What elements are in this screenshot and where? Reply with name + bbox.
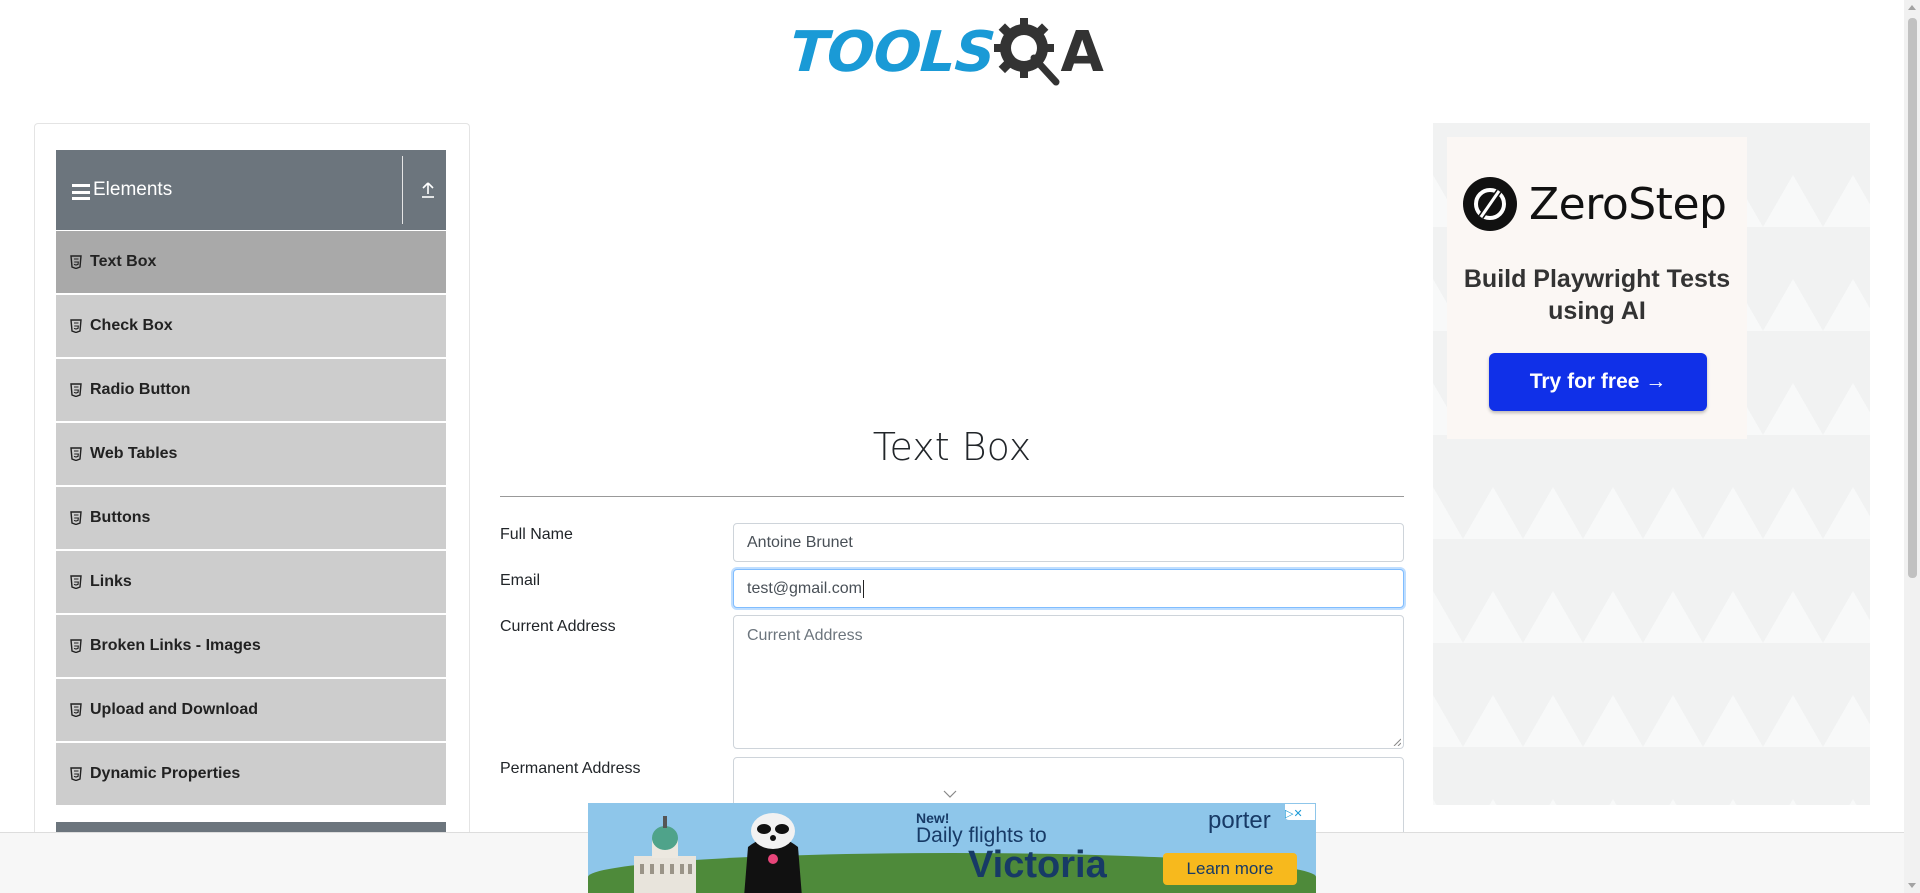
current-address-textarea[interactable]: Current Address (733, 615, 1404, 749)
try-for-free-button[interactable]: Try for free → (1489, 353, 1707, 411)
ad-brand-porter: porter (1208, 807, 1271, 834)
sidebar-item-broken-links[interactable]: Broken Links - Images (56, 615, 446, 677)
html5-icon (70, 639, 82, 653)
zerostep-name: ZeroStep (1529, 178, 1727, 230)
sidebar-item-label: Buttons (90, 509, 151, 526)
sidebar-item-radio-button[interactable]: Radio Button (56, 359, 446, 421)
menu-icon (72, 184, 90, 200)
sidebar-item-upload-download[interactable]: Upload and Download (56, 679, 446, 741)
chevron-down-icon (943, 790, 957, 798)
sidebar-item-label: Broken Links - Images (90, 637, 261, 654)
sidebar-item-label: Links (90, 573, 132, 590)
logo-text-a: A (1060, 19, 1104, 85)
html5-icon (70, 511, 82, 525)
current-address-label: Current Address (500, 618, 616, 635)
zerostep-brand: ZeroStep (1463, 177, 1727, 231)
sidebar-item-links[interactable]: Links (56, 551, 446, 613)
sidebar-item-label: Web Tables (90, 445, 178, 462)
elements-menu: Text Box Check Box Radio Button Web Tabl… (56, 231, 446, 807)
title-divider (500, 496, 1404, 497)
sidebar-item-buttons[interactable]: Buttons (56, 487, 446, 549)
html5-icon (70, 703, 82, 717)
full-name-input[interactable]: Antoine Brunet (733, 523, 1404, 562)
right-ad-banner[interactable]: ZeroStep Build Playwright Tests using AI… (1433, 123, 1870, 805)
header-divider (402, 156, 403, 224)
html5-icon (70, 319, 82, 333)
zerostep-logo-icon (1463, 177, 1517, 231)
html5-icon (70, 383, 82, 397)
sidebar-item-label: Text Box (90, 253, 157, 270)
learn-more-button[interactable]: Learn more (1163, 853, 1297, 885)
sidebar-item-web-tables[interactable]: Web Tables (56, 423, 446, 485)
resize-handle-icon[interactable] (1393, 738, 1401, 746)
html5-icon (70, 575, 82, 589)
toolsqa-logo[interactable]: TOOLS A (787, 14, 1120, 90)
logo-text-tools: TOOLS (787, 19, 997, 85)
scroll-down-icon[interactable] (1908, 883, 1916, 888)
raccoon-illustration (744, 813, 802, 893)
zerostep-ad-card[interactable]: ZeroStep Build Playwright Tests using AI… (1447, 137, 1747, 439)
page-title: Text Box (872, 425, 1032, 469)
sidebar-item-label: Upload and Download (90, 701, 258, 718)
sidebar-item-text-box[interactable]: Text Box (56, 231, 446, 293)
collapse-up-icon[interactable] (420, 180, 436, 200)
porter-bottom-ad[interactable]: New! Daily flights to Victoria porter Le… (588, 803, 1316, 893)
group-header-elements[interactable]: Elements (56, 150, 446, 230)
html5-icon (70, 447, 82, 461)
sidebar-item-label: Dynamic Properties (90, 765, 241, 782)
html5-icon (70, 255, 82, 269)
gear-magnifier-icon (994, 18, 1060, 86)
page-scrollbar[interactable] (1904, 0, 1920, 893)
email-input[interactable]: test@gmail.com (733, 569, 1404, 608)
html5-icon (70, 767, 82, 781)
zerostep-tagline: Build Playwright Tests using AI (1463, 265, 1731, 325)
permanent-address-label: Permanent Address (500, 760, 641, 777)
left-panel: Elements Text Box Check Box Radio Button… (34, 123, 470, 893)
email-label: Email (500, 572, 541, 589)
full-name-label: Full Name (500, 526, 573, 543)
sidebar-item-label: Radio Button (90, 381, 191, 398)
text-caret (862, 579, 864, 598)
scroll-thumb[interactable] (1908, 18, 1917, 578)
sidebar-item-dynamic-properties[interactable]: Dynamic Properties (56, 743, 446, 805)
scroll-up-icon[interactable] (1908, 5, 1916, 10)
parliament-building-illustration (634, 816, 696, 893)
group-title: Elements (93, 179, 173, 200)
full-name-value: Antoine Brunet (747, 533, 853, 551)
sidebar-item-check-box[interactable]: Check Box (56, 295, 446, 357)
current-address-placeholder: Current Address (747, 627, 863, 644)
ad-destination: Victoria (968, 844, 1107, 886)
email-value: test@gmail.com (747, 579, 862, 597)
sidebar-item-label: Check Box (90, 317, 173, 334)
adchoices-icon[interactable]: ▷✕ (1285, 804, 1315, 820)
